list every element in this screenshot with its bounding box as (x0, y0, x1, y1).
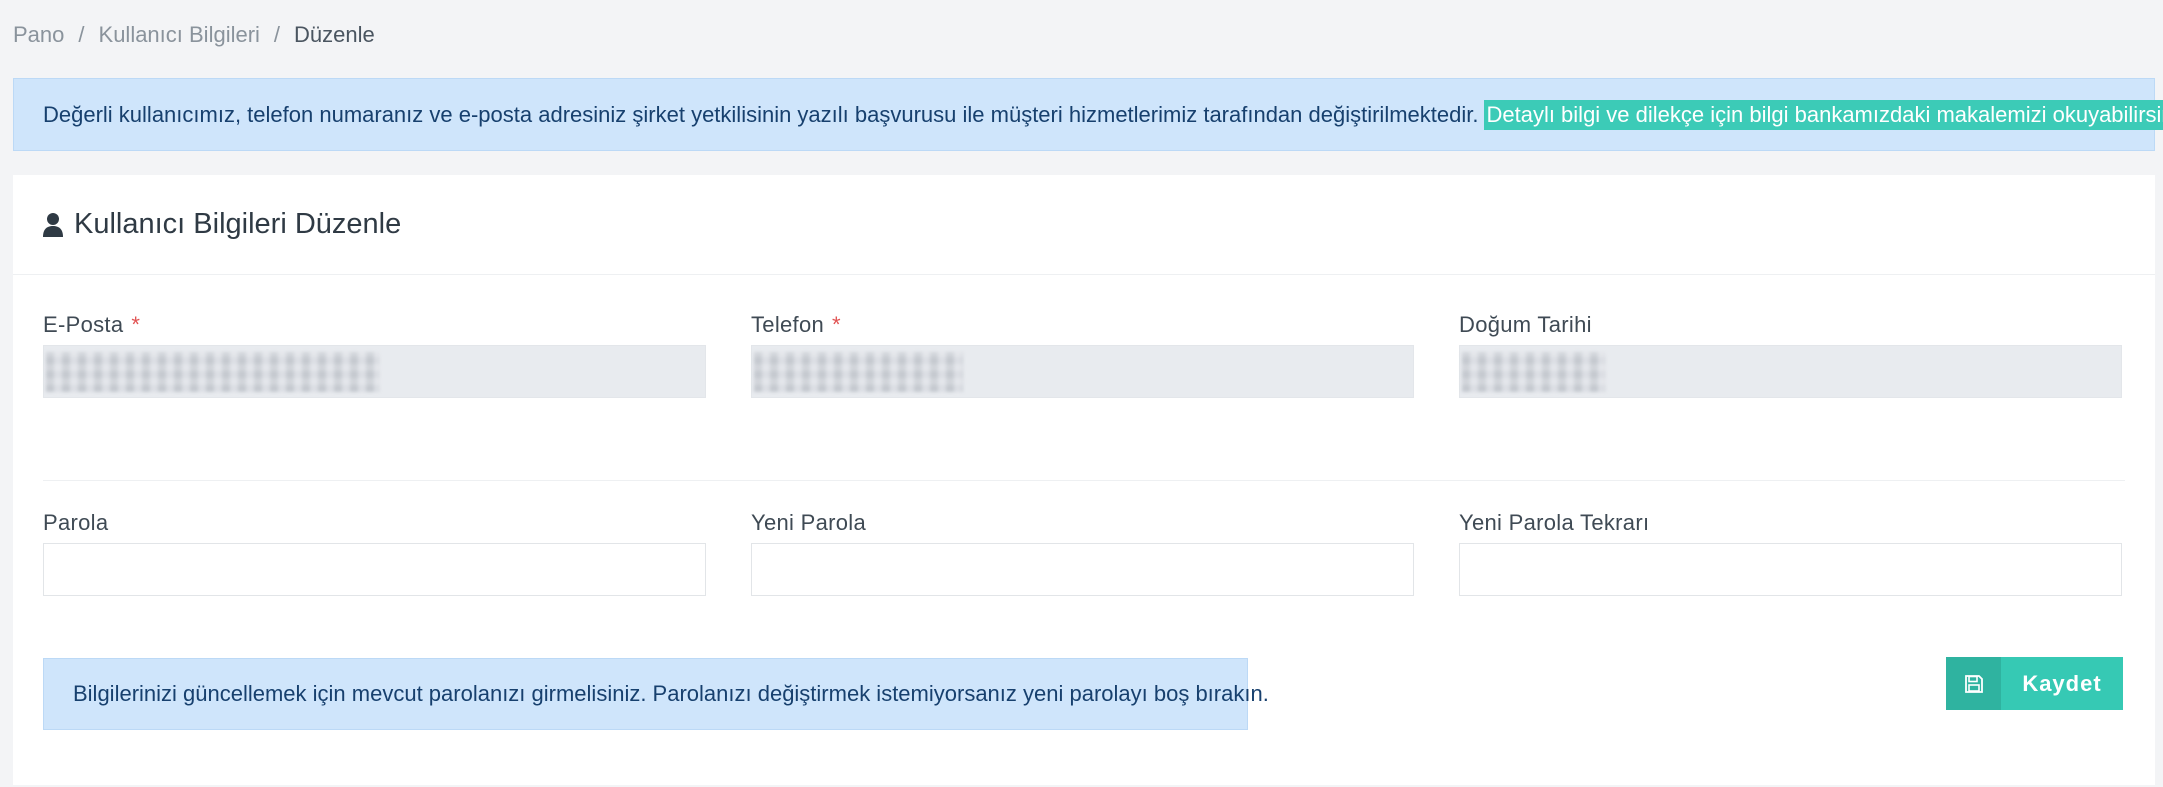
save-button[interactable]: Kaydet (1946, 657, 2123, 710)
new-password-label: Yeni Parola (751, 510, 867, 535)
user-info-card: Kullanıcı Bilgileri Düzenle E-Posta * Tel… (13, 175, 2155, 785)
email-field[interactable] (43, 345, 706, 398)
save-icon (1946, 657, 2001, 710)
required-mark: * (832, 312, 841, 337)
new-password-repeat-label: Yeni Parola Tekrarı (1459, 510, 1650, 535)
phone-label: Telefon * (751, 312, 841, 337)
breadcrumb-item-pano[interactable]: Pano (13, 22, 64, 48)
redacted-value (46, 352, 380, 392)
password-label: Parola (43, 510, 109, 535)
password-info-alert: Bilgilerinizi güncellemek için mevcut pa… (43, 658, 1269, 730)
phone-field-group: Telefon * (751, 312, 1414, 402)
email-field-group: E-Posta * (43, 312, 706, 402)
save-button-label: Kaydet (2022, 670, 2102, 696)
card-title: Kullanıcı Bilgileri Düzenle (74, 208, 402, 240)
info-alert: Değerli kullanıcımız, telefon numaranız … (13, 78, 2163, 151)
password-info-text: Bilgilerinizi güncellemek için mevcut pa… (73, 681, 1269, 706)
breadcrumb-item-current: Düzenle (294, 22, 375, 47)
user-icon (42, 212, 64, 238)
password-input[interactable] (43, 543, 706, 596)
password-field-group: Parola (43, 510, 706, 600)
new-password-input[interactable] (751, 543, 1414, 596)
required-mark: * (131, 312, 141, 337)
info-alert-text: Değerli kullanıcımız, telefon numaranız … (43, 101, 1479, 127)
new-password-repeat-input[interactable] (1459, 543, 2122, 596)
email-label: E-Posta * (43, 312, 141, 337)
breadcrumb-separator: / (78, 22, 85, 47)
redacted-value (754, 352, 963, 392)
birthdate-field-group: Doğum Tarihi (1459, 312, 2122, 402)
phone-field[interactable] (751, 345, 1414, 398)
birthdate-field[interactable] (1459, 345, 2122, 398)
knowledge-base-link[interactable]: Detaylı bilgi ve dilekçe için bilgi bank… (1484, 99, 2163, 130)
divider (43, 480, 2125, 481)
card-header: Kullanıcı Bilgileri Düzenle (13, 175, 2155, 275)
breadcrumb-item-kullanici-bilgileri[interactable]: Kullanıcı Bilgileri (99, 22, 260, 48)
birthdate-label: Doğum Tarihi (1459, 312, 1592, 337)
breadcrumb: Pano / Kullanıcı Bilgileri / Düzenle (13, 22, 375, 48)
redacted-value (1462, 352, 1606, 392)
breadcrumb-separator: / (273, 22, 281, 47)
new-password-repeat-field-group: Yeni Parola Tekrarı (1459, 510, 2122, 600)
new-password-field-group: Yeni Parola (751, 510, 1414, 600)
